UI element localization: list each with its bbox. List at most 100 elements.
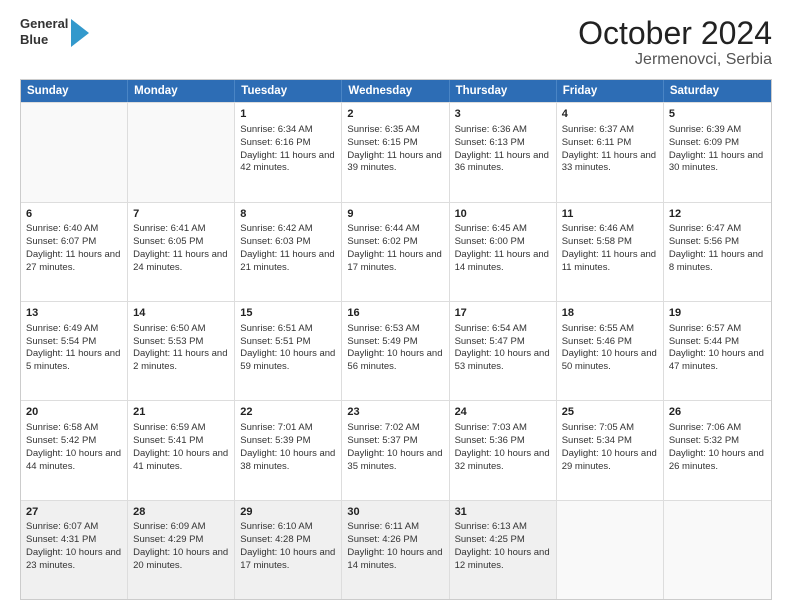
sunset-text: Sunset: 4:25 PM: [455, 534, 551, 547]
day-number: 12: [669, 207, 766, 222]
day-number: 28: [133, 505, 229, 520]
day-number: 17: [455, 306, 551, 321]
sunrise-text: Sunrise: 6:45 AM: [455, 223, 551, 236]
day-number: 16: [347, 306, 443, 321]
sunrise-text: Sunrise: 6:47 AM: [669, 223, 766, 236]
calendar-cell: 25Sunrise: 7:05 AMSunset: 5:34 PMDayligh…: [557, 401, 664, 499]
sunset-text: Sunset: 6:15 PM: [347, 137, 443, 150]
calendar-header: SundayMondayTuesdayWednesdayThursdayFrid…: [21, 80, 771, 102]
calendar-cell: 12Sunrise: 6:47 AMSunset: 5:56 PMDayligh…: [664, 203, 771, 301]
day-number: 8: [240, 207, 336, 222]
calendar-cell: 15Sunrise: 6:51 AMSunset: 5:51 PMDayligh…: [235, 302, 342, 400]
calendar-cell: 10Sunrise: 6:45 AMSunset: 6:00 PMDayligh…: [450, 203, 557, 301]
sunrise-text: Sunrise: 6:13 AM: [455, 521, 551, 534]
sunrise-text: Sunrise: 6:51 AM: [240, 323, 336, 336]
sunset-text: Sunset: 5:56 PM: [669, 236, 766, 249]
day-number: 22: [240, 405, 336, 420]
daylight-text: Daylight: 10 hours and 47 minutes.: [669, 348, 766, 374]
calendar-title: October 2024: [578, 16, 772, 51]
calendar-cell: 1Sunrise: 6:34 AMSunset: 6:16 PMDaylight…: [235, 103, 342, 201]
day-number: 27: [26, 505, 122, 520]
sunset-text: Sunset: 5:41 PM: [133, 435, 229, 448]
calendar-cell: 8Sunrise: 6:42 AMSunset: 6:03 PMDaylight…: [235, 203, 342, 301]
day-number: 20: [26, 405, 122, 420]
day-number: 15: [240, 306, 336, 321]
sunrise-text: Sunrise: 6:11 AM: [347, 521, 443, 534]
day-number: 4: [562, 107, 658, 122]
sunset-text: Sunset: 4:26 PM: [347, 534, 443, 547]
calendar-cell: 21Sunrise: 6:59 AMSunset: 5:41 PMDayligh…: [128, 401, 235, 499]
daylight-text: Daylight: 10 hours and 53 minutes.: [455, 348, 551, 374]
calendar-cell: 2Sunrise: 6:35 AMSunset: 6:15 PMDaylight…: [342, 103, 449, 201]
sunrise-text: Sunrise: 6:53 AM: [347, 323, 443, 336]
sunset-text: Sunset: 6:02 PM: [347, 236, 443, 249]
sunrise-text: Sunrise: 6:34 AM: [240, 124, 336, 137]
day-number: 5: [669, 107, 766, 122]
daylight-text: Daylight: 10 hours and 17 minutes.: [240, 547, 336, 573]
calendar-cell: 18Sunrise: 6:55 AMSunset: 5:46 PMDayligh…: [557, 302, 664, 400]
day-number: 31: [455, 505, 551, 520]
daylight-text: Daylight: 11 hours and 24 minutes.: [133, 249, 229, 275]
calendar-cell: [664, 501, 771, 599]
daylight-text: Daylight: 10 hours and 38 minutes.: [240, 448, 336, 474]
day-number: 14: [133, 306, 229, 321]
calendar-cell: 4 Sunrise: 6:37 AMSunset: 6:11 PMDaylight…: [557, 103, 664, 201]
calendar-cell: 6Sunrise: 6:40 AMSunset: 6:07 PMDaylight…: [21, 203, 128, 301]
sunrise-text: Sunrise: 6:50 AM: [133, 323, 229, 336]
daylight-text: Daylight: 10 hours and 12 minutes.: [455, 547, 551, 573]
sunrise-text: Sunrise: 6:40 AM: [26, 223, 122, 236]
sunset-text: Sunset: 5:42 PM: [26, 435, 122, 448]
sunrise-text: Sunrise: 7:05 AM: [562, 422, 658, 435]
daylight-text: Daylight: 11 hours and 42 minutes.: [240, 150, 336, 176]
sunrise-text: Sunrise: 6:59 AM: [133, 422, 229, 435]
calendar-cell: [557, 501, 664, 599]
calendar-cell: 28Sunrise: 6:09 AMSunset: 4:29 PMDayligh…: [128, 501, 235, 599]
sunrise-text: Sunrise: 6:42 AM: [240, 223, 336, 236]
daylight-text: Daylight: 10 hours and 14 minutes.: [347, 547, 443, 573]
daylight-text: Daylight: 10 hours and 50 minutes.: [562, 348, 658, 374]
daylight-text: Daylight: 10 hours and 20 minutes.: [133, 547, 229, 573]
calendar-row: 20Sunrise: 6:58 AMSunset: 5:42 PMDayligh…: [21, 400, 771, 499]
calendar-cell: 20Sunrise: 6:58 AMSunset: 5:42 PMDayligh…: [21, 401, 128, 499]
sunrise-text: Sunrise: 6:49 AM: [26, 323, 122, 336]
calendar: SundayMondayTuesdayWednesdayThursdayFrid…: [20, 79, 772, 600]
weekday-header: Wednesday: [342, 80, 449, 102]
sunrise-text: Sunrise: 6:37 AM: [562, 124, 658, 137]
day-number: 13: [26, 306, 122, 321]
day-number: 25: [562, 405, 658, 420]
day-number: 19: [669, 306, 766, 321]
day-number: 7: [133, 207, 229, 222]
sunset-text: Sunset: 6:11 PM: [562, 137, 658, 150]
sunrise-text: Sunrise: 7:02 AM: [347, 422, 443, 435]
sunrise-text: Sunrise: 7:06 AM: [669, 422, 766, 435]
daylight-text: Daylight: 11 hours and 21 minutes.: [240, 249, 336, 275]
sunset-text: Sunset: 6:00 PM: [455, 236, 551, 249]
daylight-text: Daylight: 11 hours and 36 minutes.: [455, 150, 551, 176]
daylight-text: Daylight: 10 hours and 29 minutes.: [562, 448, 658, 474]
sunset-text: Sunset: 5:53 PM: [133, 336, 229, 349]
day-number: 26: [669, 405, 766, 420]
calendar-cell: 31Sunrise: 6:13 AMSunset: 4:25 PMDayligh…: [450, 501, 557, 599]
title-block: October 2024 Jermenovci, Serbia: [578, 16, 772, 69]
day-number: 30: [347, 505, 443, 520]
sunset-text: Sunset: 5:51 PM: [240, 336, 336, 349]
day-number: 6: [26, 207, 122, 222]
day-number: 1: [240, 107, 336, 122]
daylight-text: Daylight: 10 hours and 41 minutes.: [133, 448, 229, 474]
sunset-text: Sunset: 5:37 PM: [347, 435, 443, 448]
daylight-text: Daylight: 10 hours and 32 minutes.: [455, 448, 551, 474]
weekday-header: Tuesday: [235, 80, 342, 102]
calendar-row: 1Sunrise: 6:34 AMSunset: 6:16 PMDaylight…: [21, 102, 771, 201]
day-number: 3: [455, 107, 551, 122]
daylight-text: Daylight: 10 hours and 56 minutes.: [347, 348, 443, 374]
page: General Blue October 2024 Jermenovci, Se…: [0, 0, 792, 612]
daylight-text: Daylight: 11 hours and 33 minutes.: [562, 150, 658, 176]
weekday-header: Friday: [557, 80, 664, 102]
logo-line1: General: [20, 16, 68, 32]
calendar-cell: [128, 103, 235, 201]
calendar-subtitle: Jermenovci, Serbia: [578, 51, 772, 69]
daylight-text: Daylight: 11 hours and 14 minutes.: [455, 249, 551, 275]
day-number: 24: [455, 405, 551, 420]
sunrise-text: Sunrise: 7:03 AM: [455, 422, 551, 435]
sunset-text: Sunset: 4:29 PM: [133, 534, 229, 547]
